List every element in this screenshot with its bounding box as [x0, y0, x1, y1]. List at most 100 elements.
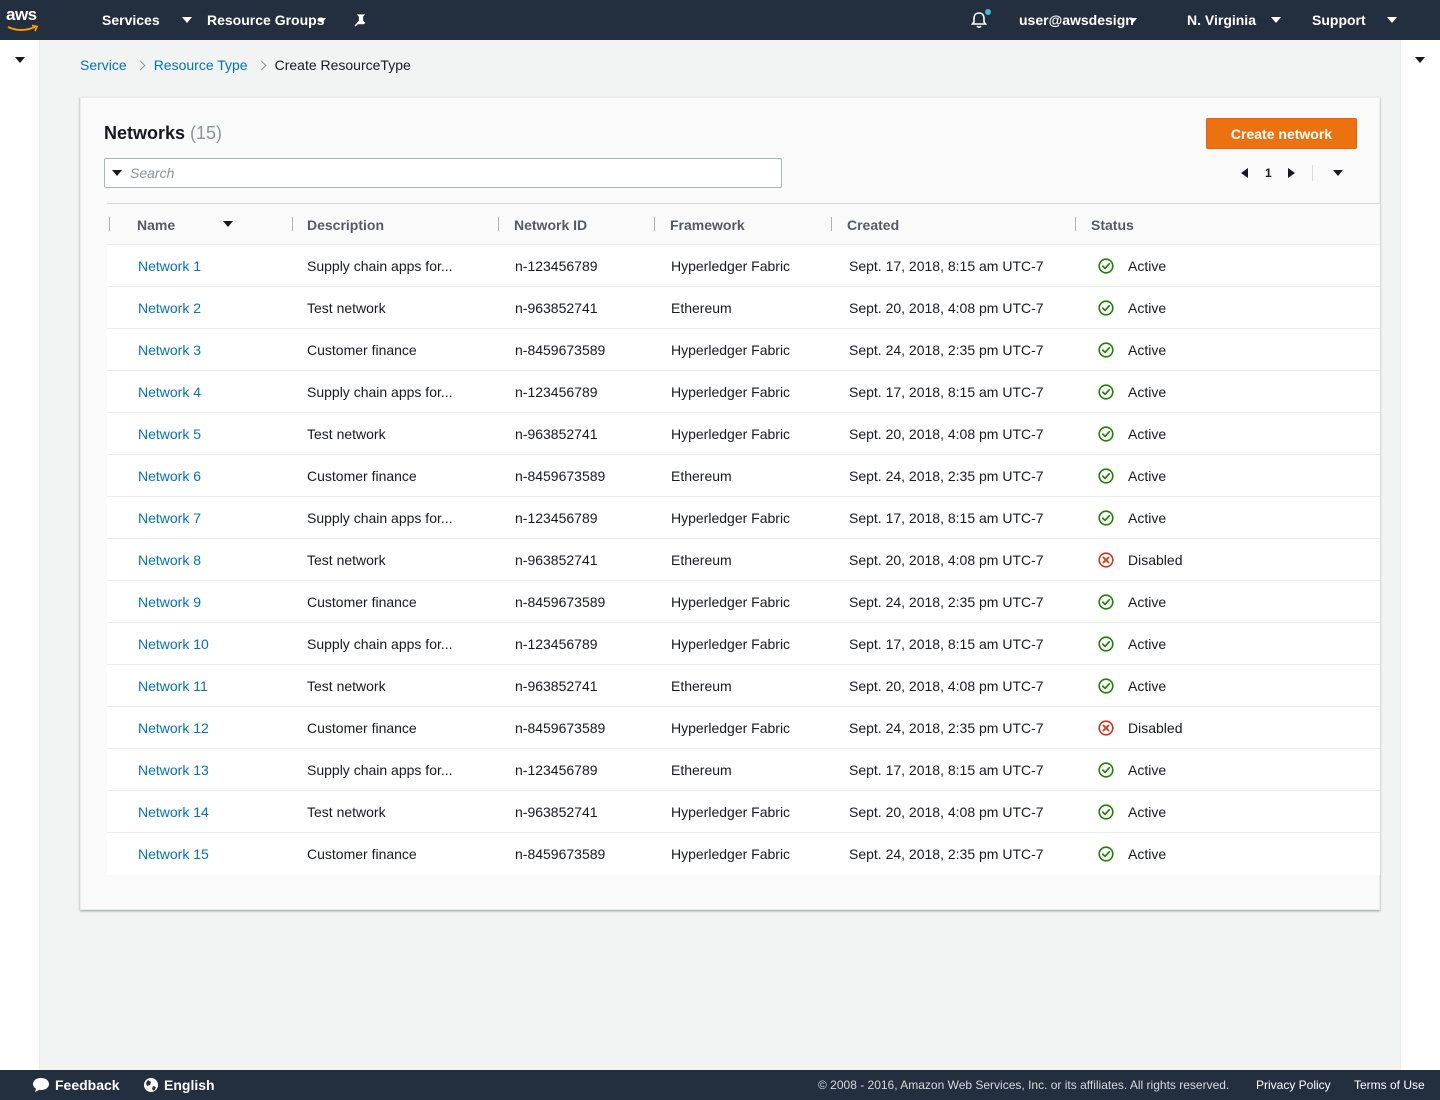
- table-row[interactable]: Network 5 Test network n-963852741 Hyperled…: [107, 413, 1380, 455]
- network-id: n-123456789: [515, 257, 598, 274]
- network-description: Test network: [307, 803, 386, 820]
- network-description: Test network: [307, 425, 386, 442]
- column-divider: [654, 217, 655, 231]
- column-divider: [831, 217, 832, 231]
- network-name-link[interactable]: Network 5: [138, 413, 201, 454]
- network-name-link[interactable]: Network 1: [138, 245, 201, 286]
- resource-groups-label: Resource Groups: [207, 12, 325, 28]
- network-id: n-8459673589: [515, 467, 606, 484]
- previous-page-icon[interactable]: [1241, 168, 1248, 178]
- language-selector[interactable]: English: [143, 1070, 215, 1100]
- status-label: Active: [1128, 299, 1167, 316]
- network-created: Sept. 20, 2018, 4:08 pm UTC-7: [849, 551, 1044, 568]
- expand-tools-icon[interactable]: [1415, 57, 1425, 63]
- network-name-link[interactable]: Network 13: [138, 749, 209, 790]
- network-created: Sept. 24, 2018, 2:35 pm UTC-7: [849, 593, 1044, 610]
- table-row[interactable]: Network 12 Customer finance n-8459673589 Hy…: [107, 707, 1380, 749]
- network-framework: Hyperledger Fabric: [671, 719, 791, 736]
- language-label: English: [164, 1077, 215, 1093]
- table-row[interactable]: Network 8 Test network n-963852741 Ethereum…: [107, 539, 1380, 581]
- privacy-policy-link[interactable]: Privacy Policy: [1256, 1070, 1331, 1100]
- next-page-icon[interactable]: [1287, 168, 1295, 178]
- network-name-link[interactable]: Network 8: [138, 539, 201, 580]
- sort-descending-icon[interactable]: [223, 221, 233, 227]
- expand-navigation-icon[interactable]: [15, 57, 25, 63]
- user-label: user@awsdesign: [1019, 12, 1134, 28]
- network-description: Supply chain apps for...: [307, 635, 453, 652]
- network-created: Sept. 17, 2018, 8:15 am UTC-7: [849, 257, 1044, 274]
- current-page[interactable]: 1: [1265, 166, 1272, 180]
- network-framework: Hyperledger Fabric: [671, 593, 791, 610]
- status-success-icon: [1098, 635, 1114, 652]
- chevron-right-icon: [135, 60, 146, 70]
- network-name-link[interactable]: Network 3: [138, 329, 201, 370]
- services-menu[interactable]: Services: [102, 0, 192, 40]
- table-row[interactable]: Network 1 Supply chain apps for... n-12345…: [107, 245, 1380, 287]
- network-name-link[interactable]: Network 7: [138, 497, 201, 538]
- aws-logo[interactable]: aws: [6, 6, 42, 34]
- table-row[interactable]: Network 11 Test network n-963852741 Ethereu…: [107, 665, 1380, 707]
- network-id: n-8459673589: [515, 593, 606, 610]
- table-row[interactable]: Network 15 Customer finance n-8459673589 Hy…: [107, 833, 1380, 875]
- network-name-link[interactable]: Network 4: [138, 371, 201, 412]
- network-framework: Hyperledger Fabric: [671, 509, 791, 526]
- table-settings-icon[interactable]: [1332, 170, 1343, 176]
- network-name-link[interactable]: Network 10: [138, 623, 209, 664]
- status-label: Active: [1128, 341, 1167, 358]
- table-row[interactable]: Network 2 Test network n-963852741 Ethereum…: [107, 287, 1380, 329]
- region-menu[interactable]: N. Virginia: [1187, 0, 1281, 40]
- top-navigation: aws Services Resource Groups user@awsdes…: [0, 0, 1440, 40]
- column-header-framework[interactable]: Framework: [670, 204, 745, 245]
- network-name-link[interactable]: Network 14: [138, 791, 209, 832]
- status-success-icon: [1098, 509, 1114, 526]
- search-input[interactable]: [130, 165, 770, 181]
- breadcrumb-service[interactable]: Service: [80, 57, 127, 73]
- column-header-network-id[interactable]: Network ID: [514, 204, 587, 245]
- status-success-icon: [1098, 593, 1114, 610]
- table-row[interactable]: Network 4 Supply chain apps for... n-12345…: [107, 371, 1380, 413]
- network-status: Active: [1098, 329, 1166, 370]
- create-network-button[interactable]: Create network: [1206, 118, 1357, 149]
- network-framework: Hyperledger Fabric: [671, 635, 791, 652]
- status-label: Active: [1128, 257, 1167, 274]
- pin-button[interactable]: [353, 0, 369, 40]
- network-created: Sept. 20, 2018, 4:08 pm UTC-7: [849, 299, 1044, 316]
- network-status: Active: [1098, 371, 1166, 412]
- table-row[interactable]: Network 10 Supply chain apps for... n-1234…: [107, 623, 1380, 665]
- table-row[interactable]: Network 14 Test network n-963852741 Hyperle…: [107, 791, 1380, 833]
- network-name-link[interactable]: Network 9: [138, 581, 201, 622]
- right-tools-rail: [1400, 40, 1440, 1070]
- table-row[interactable]: Network 3 Customer finance n-8459673589 Hyp…: [107, 329, 1380, 371]
- column-header-description-label: Description: [307, 216, 385, 233]
- support-menu[interactable]: Support: [1312, 0, 1397, 40]
- network-description: Customer finance: [307, 845, 417, 862]
- network-framework: Ethereum: [671, 467, 732, 484]
- breadcrumb-resource-type[interactable]: Resource Type: [154, 57, 248, 73]
- network-name-link[interactable]: Network 12: [138, 707, 209, 748]
- chevron-down-icon: [1386, 17, 1397, 23]
- breadcrumb: Service Resource Type Create ResourceTyp…: [80, 56, 411, 74]
- table-row[interactable]: Network 13 Supply chain apps for... n-1234…: [107, 749, 1380, 791]
- filter-dropdown-icon[interactable]: [112, 170, 122, 176]
- status-label: Active: [1128, 677, 1167, 694]
- table-row[interactable]: Network 6 Customer finance n-8459673589 Eth…: [107, 455, 1380, 497]
- terms-of-use-link[interactable]: Terms of Use: [1354, 1070, 1425, 1100]
- table-row[interactable]: Network 7 Supply chain apps for... n-12345…: [107, 497, 1380, 539]
- table-row[interactable]: Network 9 Customer finance n-8459673589 Hyp…: [107, 581, 1380, 623]
- network-name-link[interactable]: Network 2: [138, 287, 201, 328]
- column-header-description[interactable]: Description: [307, 204, 384, 245]
- aws-logo-text: aws: [6, 5, 37, 24]
- column-header-name[interactable]: Name: [137, 204, 175, 245]
- left-navigation-rail: [0, 40, 40, 1070]
- network-created: Sept. 20, 2018, 4:08 pm UTC-7: [849, 425, 1044, 442]
- network-name-link[interactable]: Network 15: [138, 833, 209, 874]
- user-menu[interactable]: user@awsdesign: [1019, 0, 1137, 40]
- column-header-network-id-label: Network ID: [514, 216, 588, 233]
- resource-groups-menu[interactable]: Resource Groups: [207, 0, 327, 40]
- feedback-link[interactable]: Feedback: [32, 1070, 120, 1100]
- column-header-status[interactable]: Status: [1091, 204, 1134, 245]
- network-name-link[interactable]: Network 6: [138, 455, 201, 496]
- status-label: Active: [1128, 509, 1167, 526]
- column-header-created[interactable]: Created: [847, 204, 899, 245]
- network-name-link[interactable]: Network 11: [138, 665, 208, 706]
